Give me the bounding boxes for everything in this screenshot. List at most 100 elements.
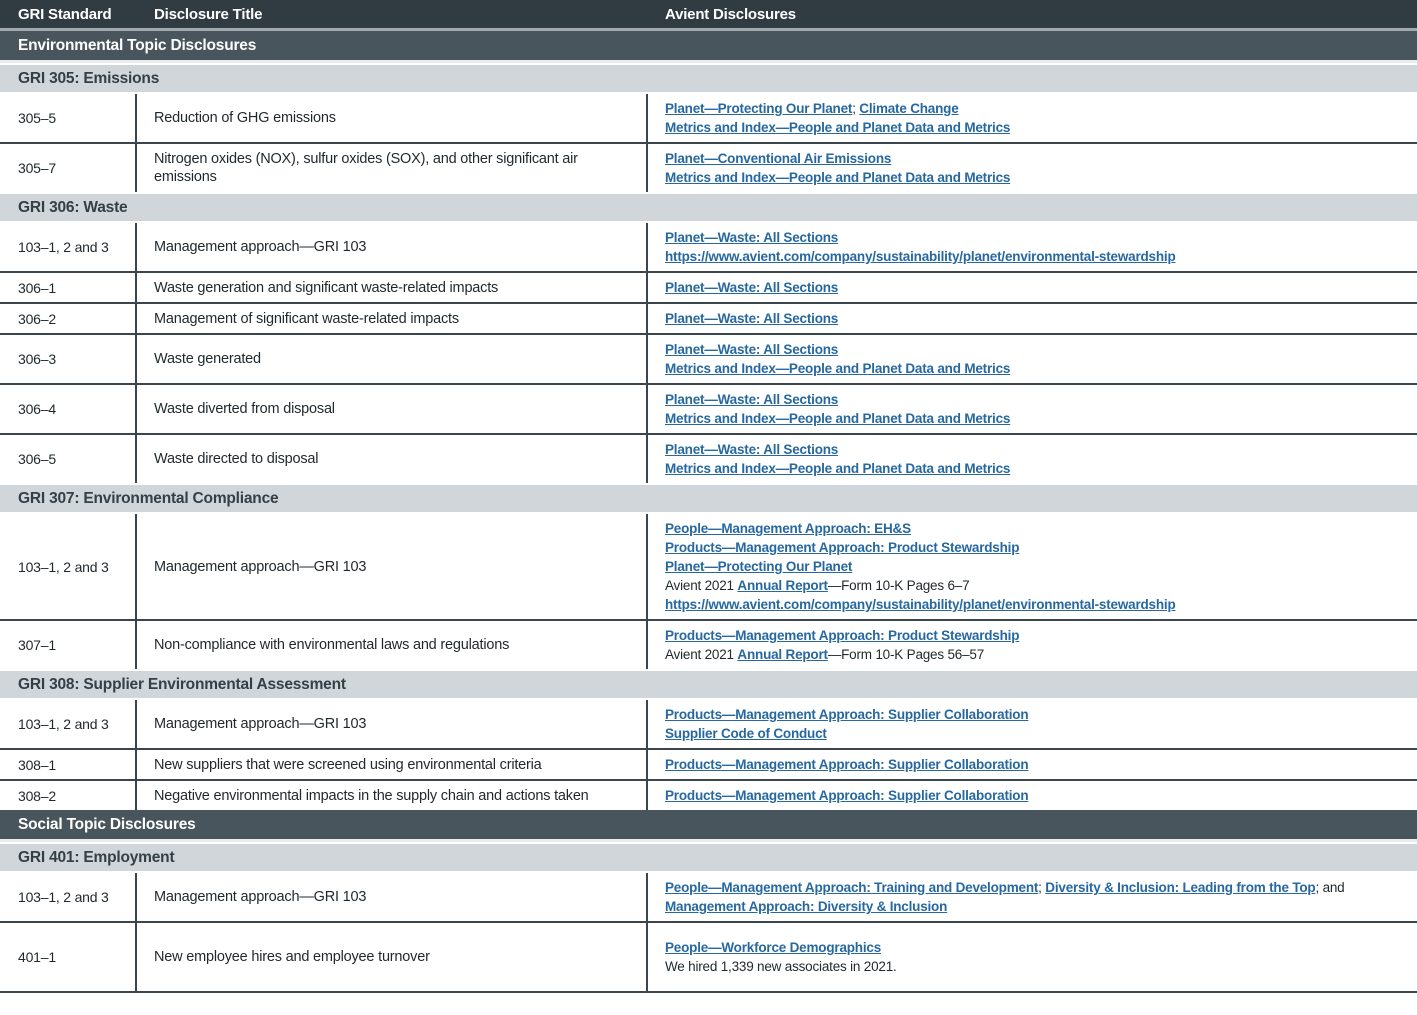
gri-code-cell: 401–1	[0, 923, 137, 991]
disclosure-line: Management Approach: Diversity & Inclusi…	[665, 897, 1409, 916]
disclosure-link[interactable]: Metrics and Index—People and Planet Data…	[665, 411, 1010, 426]
table-row: 308–2Negative environmental impacts in t…	[0, 779, 1417, 810]
disclosure-line: Metrics and Index—People and Planet Data…	[665, 459, 1409, 478]
disclosure-line: Planet—Waste: All Sections	[665, 340, 1409, 359]
disclosure-link[interactable]: People—Management Approach: Training and…	[665, 880, 1038, 895]
disclosure-title-cell: Negative environmental impacts in the su…	[137, 781, 648, 810]
disclosure-line: Metrics and Index—People and Planet Data…	[665, 359, 1409, 378]
disclosure-link[interactable]: Climate Change	[859, 101, 958, 116]
disclosure-title-cell: Reduction of GHG emissions	[137, 94, 648, 142]
disclosure-link[interactable]: Annual Report	[737, 578, 827, 593]
table-row: 103–1, 2 and 3Management approach—GRI 10…	[0, 514, 1417, 619]
disclosure-text: ; and	[1315, 880, 1344, 895]
disclosure-title-cell: Management of significant waste-related …	[137, 304, 648, 333]
disclosure-link[interactable]: Metrics and Index—People and Planet Data…	[665, 170, 1010, 185]
disclosure-line: Planet—Waste: All Sections	[665, 390, 1409, 409]
disclosure-title-cell: Management approach—GRI 103	[137, 514, 648, 619]
disclosure-line: Avient 2021 Annual Report—Form 10-K Page…	[665, 576, 1409, 595]
avient-disclosures-cell: Planet—Protecting Our Planet; Climate Ch…	[648, 94, 1417, 142]
disclosure-line: Metrics and Index—People and Planet Data…	[665, 118, 1409, 137]
disclosure-line: Products—Management Approach: Product St…	[665, 626, 1409, 645]
disclosure-title-cell: Non-compliance with environmental laws a…	[137, 621, 648, 669]
table-body: Environmental Topic DisclosuresGRI 305: …	[0, 31, 1417, 991]
gri-code-cell: 306–1	[0, 273, 137, 302]
disclosure-link[interactable]: Planet—Waste: All Sections	[665, 280, 838, 295]
disclosure-title-cell: Management approach—GRI 103	[137, 873, 648, 921]
disclosure-line: https://www.avient.com/company/sustainab…	[665, 595, 1409, 614]
disclosure-link[interactable]: Annual Report	[737, 647, 827, 662]
table-row: 401–1New employee hires and employee tur…	[0, 921, 1417, 991]
table-row: 103–1, 2 and 3Management approach—GRI 10…	[0, 873, 1417, 921]
gri-code-cell: 103–1, 2 and 3	[0, 514, 137, 619]
table-row: 305–7Nitrogen oxides (NOX), sulfur oxide…	[0, 142, 1417, 192]
disclosure-link[interactable]: Metrics and Index—People and Planet Data…	[665, 361, 1010, 376]
section-header: Environmental Topic Disclosures	[0, 31, 1417, 63]
disclosure-link[interactable]: Metrics and Index—People and Planet Data…	[665, 461, 1010, 476]
disclosure-line: Planet—Protecting Our Planet; Climate Ch…	[665, 99, 1409, 118]
disclosure-text: We hired 1,339 new associates in 2021.	[665, 959, 897, 974]
disclosure-line: Planet—Waste: All Sections	[665, 440, 1409, 459]
disclosure-link[interactable]: People—Management Approach: EH&S	[665, 521, 911, 536]
gri-code-cell: 308–1	[0, 750, 137, 779]
disclosure-link[interactable]: Planet—Waste: All Sections	[665, 392, 838, 407]
disclosure-text: —Form 10-K Pages 6–7	[828, 578, 970, 593]
disclosure-line: Planet—Waste: All Sections	[665, 278, 1409, 297]
disclosure-link[interactable]: Products—Management Approach: Product St…	[665, 540, 1019, 555]
avient-disclosures-cell: Planet—Waste: All Sections Metrics and In…	[648, 435, 1417, 483]
disclosure-link[interactable]: Management Approach: Diversity & Inclusi…	[665, 899, 947, 914]
disclosure-title-cell: New suppliers that were screened using e…	[137, 750, 648, 779]
column-header-avient-disclosures: Avient Disclosures	[648, 6, 1417, 23]
disclosure-title-cell: Management approach—GRI 103	[137, 223, 648, 271]
avient-disclosures-cell: People—Management Approach: EH&S Products…	[648, 514, 1417, 619]
gri-code-cell: 307–1	[0, 621, 137, 669]
gri-code-cell: 103–1, 2 and 3	[0, 223, 137, 271]
gri-code-cell: 103–1, 2 and 3	[0, 700, 137, 748]
disclosure-line: https://www.avient.com/company/sustainab…	[665, 247, 1409, 266]
disclosure-link[interactable]: Planet—Waste: All Sections	[665, 342, 838, 357]
avient-disclosures-cell: Planet—Waste: All Sections https://www.av…	[648, 223, 1417, 271]
disclosure-link[interactable]: Metrics and Index—People and Planet Data…	[665, 120, 1010, 135]
avient-disclosures-cell: Planet—Waste: All Sections	[648, 304, 1417, 333]
disclosure-link[interactable]: Planet—Waste: All Sections	[665, 442, 838, 457]
avient-disclosures-cell: Products—Management Approach: Supplier C…	[648, 700, 1417, 748]
disclosure-link[interactable]: Planet—Waste: All Sections	[665, 230, 838, 245]
gri-disclosure-table: GRI Standard Disclosure Title Avient Dis…	[0, 0, 1417, 993]
disclosure-link[interactable]: Planet—Protecting Our Planet	[665, 101, 852, 116]
disclosure-line: Products—Management Approach: Supplier C…	[665, 705, 1409, 724]
disclosure-link[interactable]: Planet—Waste: All Sections	[665, 311, 838, 326]
avient-disclosures-cell: People—Workforce Demographics We hired 1,…	[648, 923, 1417, 991]
disclosure-link[interactable]: Products—Management Approach: Supplier C…	[665, 757, 1028, 772]
gri-code-cell: 306–2	[0, 304, 137, 333]
disclosure-link[interactable]: https://www.avient.com/company/sustainab…	[665, 249, 1176, 264]
disclosure-link[interactable]: https://www.avient.com/company/sustainab…	[665, 597, 1176, 612]
disclosure-line: Planet—Waste: All Sections	[665, 309, 1409, 328]
disclosure-link[interactable]: Products—Management Approach: Supplier C…	[665, 788, 1028, 803]
table-header: GRI Standard Disclosure Title Avient Dis…	[0, 0, 1417, 31]
disclosure-link[interactable]: Planet—Protecting Our Planet	[665, 559, 852, 574]
disclosure-title-cell: Nitrogen oxides (NOX), sulfur oxides (SO…	[137, 144, 648, 192]
avient-disclosures-cell: Products—Management Approach: Supplier C…	[648, 781, 1417, 810]
disclosure-line: Avient 2021 Annual Report—Form 10-K Page…	[665, 645, 1409, 664]
disclosure-line: Supplier Code of Conduct	[665, 724, 1409, 743]
disclosure-link[interactable]: Diversity & Inclusion: Leading from the …	[1045, 880, 1315, 895]
disclosure-line: People—Workforce Demographics	[665, 938, 1409, 957]
disclosure-line: Metrics and Index—People and Planet Data…	[665, 168, 1409, 187]
table-row: 306–4Waste diverted from disposalPlanet—…	[0, 383, 1417, 433]
disclosure-link[interactable]: Products—Management Approach: Supplier C…	[665, 707, 1028, 722]
gri-code-cell: 306–3	[0, 335, 137, 383]
disclosure-link[interactable]: Planet—Conventional Air Emissions	[665, 151, 891, 166]
disclosure-link[interactable]: Products—Management Approach: Product St…	[665, 628, 1019, 643]
gri-code-cell: 308–2	[0, 781, 137, 810]
disclosure-link[interactable]: Supplier Code of Conduct	[665, 726, 827, 741]
gri-code-cell: 306–4	[0, 385, 137, 433]
gri-code-cell: 305–5	[0, 94, 137, 142]
disclosure-line: People—Management Approach: Training and…	[665, 878, 1409, 897]
table-row: 307–1Non-compliance with environmental l…	[0, 619, 1417, 669]
disclosure-link[interactable]: People—Workforce Demographics	[665, 940, 881, 955]
disclosure-line: Products—Management Approach: Product St…	[665, 538, 1409, 557]
section-header: Social Topic Disclosures	[0, 810, 1417, 842]
avient-disclosures-cell: Planet—Waste: All Sections	[648, 273, 1417, 302]
disclosure-text: —Form 10-K Pages 56–57	[828, 647, 984, 662]
table-row: 306–3Waste generatedPlanet—Waste: All Se…	[0, 333, 1417, 383]
disclosure-title-cell: Management approach—GRI 103	[137, 700, 648, 748]
